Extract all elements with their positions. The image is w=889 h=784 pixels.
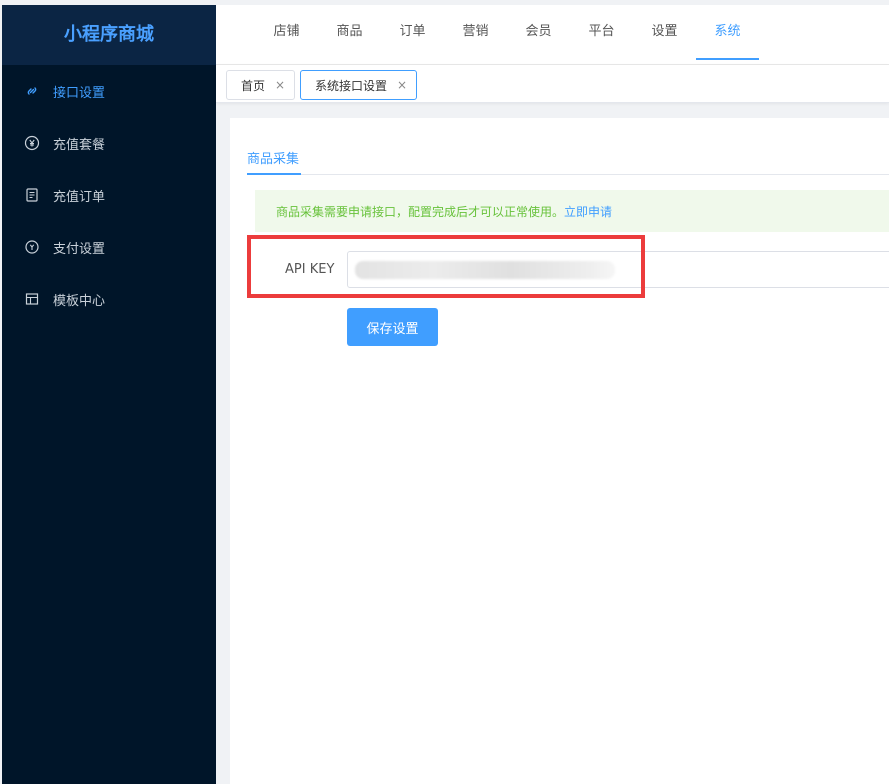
tab-label: 首页	[241, 78, 266, 93]
sidebar-item-recharge-plans[interactable]: 充值套餐	[2, 117, 216, 169]
tab-label: 系统接口设置	[315, 78, 388, 93]
highlight-annotation-box	[247, 235, 645, 298]
yen-circle-icon	[24, 135, 40, 151]
payment-icon	[24, 239, 40, 255]
sidebar: 小程序商城 接口设置 充值套餐 充值订单 支付设置 模板中心	[2, 5, 216, 784]
close-icon[interactable]: ×	[397, 78, 407, 92]
nav-item-members[interactable]: 会员	[507, 5, 570, 65]
sidebar-item-template-center[interactable]: 模板中心	[2, 273, 216, 325]
sidebar-item-label: 接口设置	[53, 85, 106, 101]
sidebar-item-label: 充值套餐	[53, 137, 106, 153]
alert-text: 商品采集需要申请接口，配置完成后才可以正常使用。	[276, 204, 565, 219]
sidebar-item-label: 模板中心	[53, 293, 106, 309]
apply-now-link[interactable]: 立即申请	[564, 203, 612, 220]
nav-item-store[interactable]: 店铺	[255, 5, 318, 65]
tab-system-api-settings[interactable]: 系统接口设置 ×	[300, 70, 418, 100]
nav-item-settings[interactable]: 设置	[633, 5, 696, 65]
close-icon[interactable]: ×	[275, 78, 285, 92]
top-navbar: 店铺 商品 订单 营销 会员 平台 设置 系统	[216, 5, 889, 65]
sidebar-item-payment-settings[interactable]: 支付设置	[2, 221, 216, 273]
main-content: 商品采集 商品采集需要申请接口，配置完成后才可以正常使用。 立即申请 API K…	[230, 118, 889, 784]
nav-item-products[interactable]: 商品	[318, 5, 381, 65]
nav-item-platform[interactable]: 平台	[570, 5, 633, 65]
link-icon	[24, 83, 40, 99]
template-icon	[24, 291, 40, 307]
nav-item-marketing[interactable]: 营销	[444, 5, 507, 65]
nav-item-system[interactable]: 系统	[696, 5, 759, 65]
info-alert: 商品采集需要申请接口，配置完成后才可以正常使用。 立即申请	[255, 190, 889, 232]
active-tab-indicator	[247, 173, 301, 175]
sidebar-item-api-settings[interactable]: 接口设置	[2, 65, 216, 117]
nav-item-orders[interactable]: 订单	[381, 5, 444, 65]
sidebar-item-label: 充值订单	[53, 189, 106, 205]
app-logo-title: 小程序商城	[2, 5, 216, 65]
sidebar-item-label: 支付设置	[53, 241, 106, 257]
tab-divider	[247, 174, 889, 175]
sidebar-item-recharge-orders[interactable]: 充值订单	[2, 169, 216, 221]
document-icon	[24, 187, 40, 203]
page-tabs-bar: 首页 × 系统接口设置 ×	[216, 65, 889, 103]
tab-home[interactable]: 首页 ×	[226, 70, 296, 100]
save-settings-button[interactable]: 保存设置	[347, 308, 438, 346]
top-nav-menu: 店铺 商品 订单 营销 会员 平台 设置 系统	[216, 5, 889, 65]
